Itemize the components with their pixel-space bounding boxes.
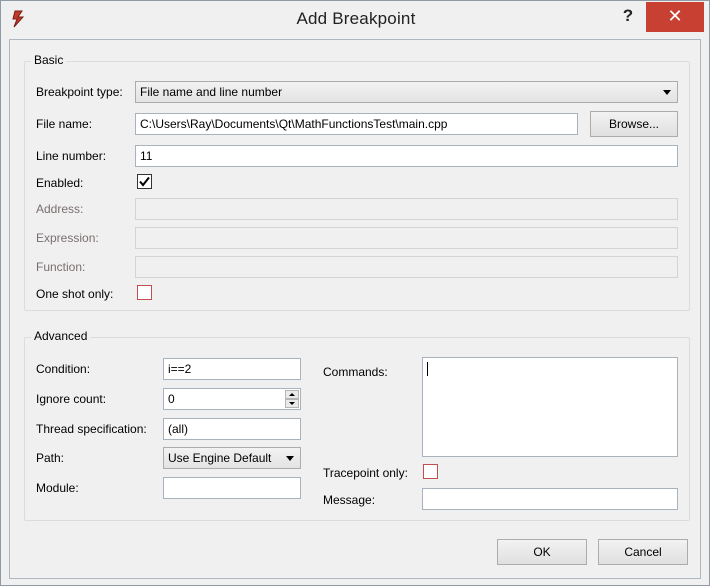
condition-label: Condition: xyxy=(36,362,91,376)
chevron-down-icon xyxy=(286,456,294,461)
spin-down-icon[interactable] xyxy=(285,399,299,408)
close-button[interactable]: ✕ xyxy=(646,2,704,32)
file-name-input[interactable]: C:\Users\Ray\Documents\Qt\MathFunctionsT… xyxy=(135,113,578,135)
thread-spec-input[interactable]: (all) xyxy=(163,418,301,440)
function-input xyxy=(135,256,678,278)
enabled-label: Enabled: xyxy=(36,176,84,190)
address-input xyxy=(135,198,678,220)
expression-label: Expression: xyxy=(36,231,99,245)
cancel-button[interactable]: Cancel xyxy=(598,539,688,565)
chevron-down-icon xyxy=(663,90,671,95)
help-button[interactable]: ? xyxy=(615,4,641,28)
thread-spec-label: Thread specification: xyxy=(36,422,147,436)
basic-group: Basic Breakpoint type: File name and lin… xyxy=(24,53,690,311)
breakpoint-type-select[interactable]: File name and line number xyxy=(135,81,678,103)
add-breakpoint-dialog: Add Breakpoint ? ✕ Basic Breakpoint type… xyxy=(0,0,710,586)
tracepoint-checkbox[interactable] xyxy=(423,464,438,479)
breakpoint-type-label: Breakpoint type: xyxy=(36,85,123,99)
expression-input xyxy=(135,227,678,249)
address-label: Address: xyxy=(36,202,84,216)
text-cursor xyxy=(427,362,428,376)
path-value: Use Engine Default xyxy=(168,451,272,465)
condition-input[interactable]: i==2 xyxy=(163,358,301,380)
dialog-body: Basic Breakpoint type: File name and lin… xyxy=(9,39,701,579)
spin-up-icon[interactable] xyxy=(285,390,299,399)
file-name-label: File name: xyxy=(36,117,93,131)
ok-button[interactable]: OK xyxy=(497,539,587,565)
path-label: Path: xyxy=(36,451,65,465)
advanced-group: Advanced Condition: i==2 Ignore count: 0… xyxy=(24,329,690,521)
browse-button[interactable]: Browse... xyxy=(590,111,678,137)
spin-buttons[interactable] xyxy=(285,390,299,408)
enabled-checkbox[interactable] xyxy=(137,174,152,189)
path-select[interactable]: Use Engine Default xyxy=(163,447,301,469)
ignore-count-spinbox[interactable]: 0 xyxy=(163,388,301,410)
commands-label: Commands: xyxy=(323,365,388,379)
breakpoint-type-value: File name and line number xyxy=(140,85,283,99)
advanced-group-title: Advanced xyxy=(31,329,91,343)
one-shot-label: One shot only: xyxy=(36,287,114,301)
commands-textarea[interactable] xyxy=(422,357,678,457)
check-mark-icon xyxy=(139,176,150,187)
ignore-count-value: 0 xyxy=(168,392,175,406)
title-bar: Add Breakpoint ? ✕ xyxy=(1,1,709,39)
basic-group-title: Basic xyxy=(31,53,67,67)
module-label: Module: xyxy=(36,481,79,495)
message-label: Message: xyxy=(323,493,376,507)
module-input[interactable] xyxy=(163,477,301,499)
one-shot-checkbox[interactable] xyxy=(137,285,152,300)
window-title: Add Breakpoint xyxy=(296,9,416,28)
line-number-label: Line number: xyxy=(36,149,107,163)
function-label: Function: xyxy=(36,260,86,274)
ignore-count-label: Ignore count: xyxy=(36,392,107,406)
message-input[interactable] xyxy=(422,488,678,510)
line-number-input[interactable]: 11 xyxy=(135,145,678,167)
tracepoint-label: Tracepoint only: xyxy=(323,466,408,480)
